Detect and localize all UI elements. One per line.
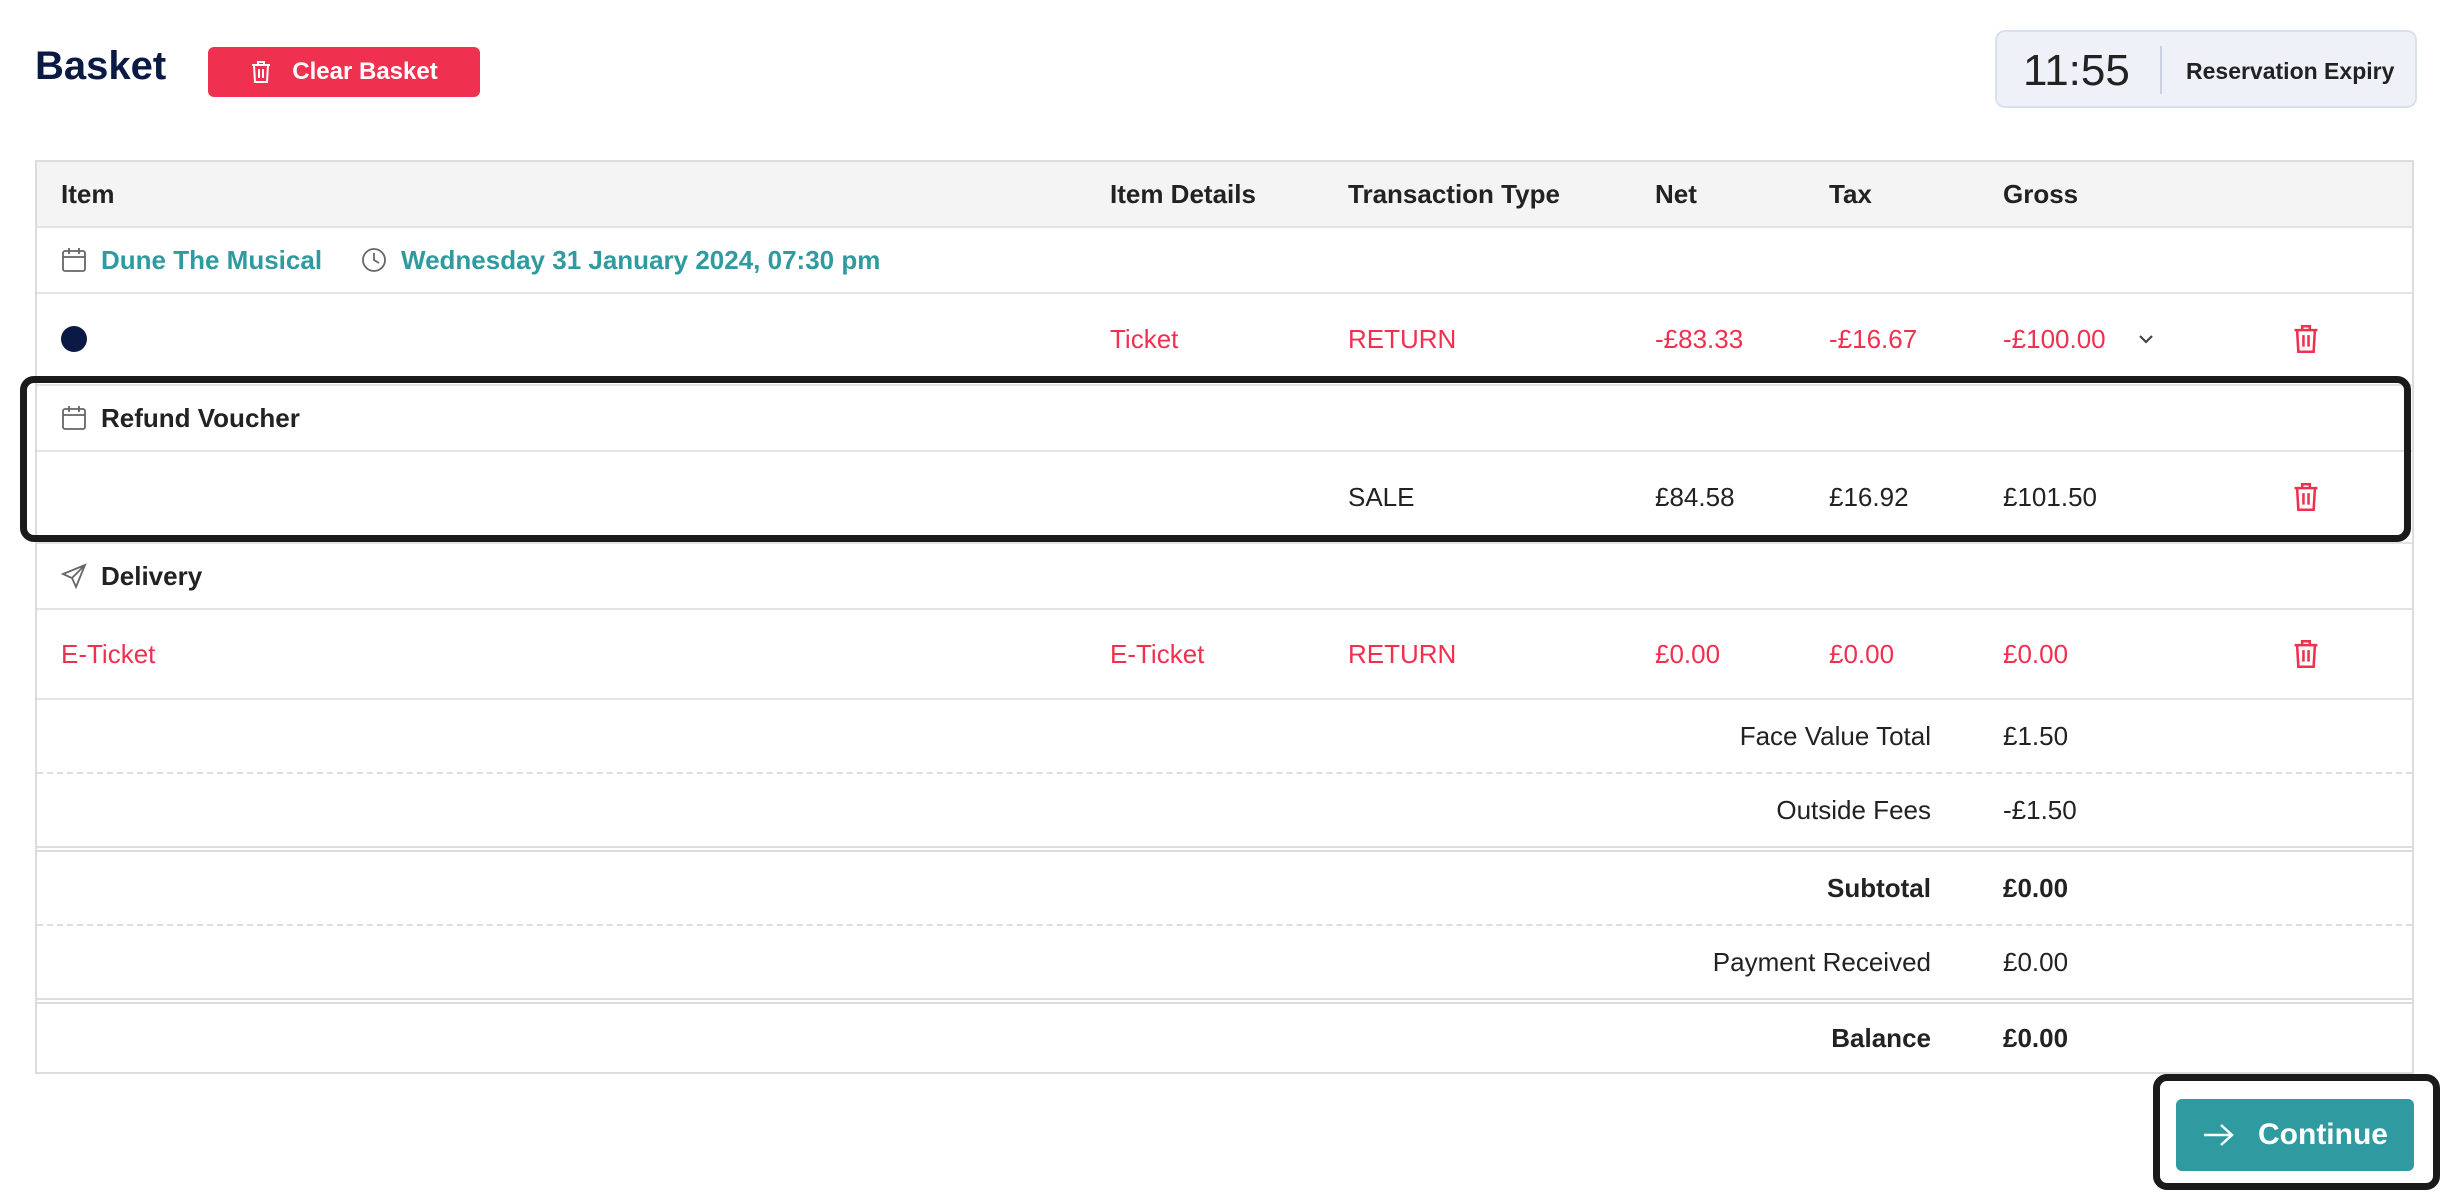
timer-value: 11:55	[2023, 46, 2130, 95]
ticket-tax: -£16.67	[1829, 323, 1918, 354]
subtotal-label: Subtotal	[1827, 872, 1931, 903]
table-row: E-Ticket E-Ticket RETURN £0.00 £0.00 £0.…	[37, 610, 2412, 700]
balance-amount: £0.00	[2003, 1022, 2069, 1053]
ticket-dot-cell	[61, 294, 87, 384]
table-row: Ticket RETURN -£83.33 -£16.67 -£100.00	[37, 294, 2412, 386]
trash-icon	[2294, 640, 2318, 668]
clear-basket-label: Clear Basket	[292, 58, 438, 85]
clear-basket-button[interactable]: Clear Basket	[208, 47, 480, 97]
voucher-title-cell: Refund Voucher	[61, 386, 300, 450]
chevron-down-icon	[2139, 335, 2153, 344]
voucher-header-row: Refund Voucher	[37, 386, 2412, 452]
continue-button[interactable]: Continue	[2176, 1099, 2414, 1171]
balance-label: Balance	[1831, 1022, 1931, 1053]
column-header-net: Net	[1655, 178, 1697, 209]
arrow-right-icon	[2204, 1124, 2234, 1146]
event-row: Dune The Musical Wednesday 31 January 20…	[37, 228, 2412, 294]
reservation-timer: 11:55 Reservation Expiry	[1995, 30, 2417, 108]
payment-received-amount: £0.00	[2003, 946, 2069, 977]
delivery-gross: £0.00	[2003, 638, 2069, 669]
event-name-cell[interactable]: Dune The Musical	[61, 228, 322, 292]
subtotal-amount: £0.00	[2003, 872, 2069, 903]
delivery-item: E-Ticket	[61, 638, 156, 669]
balance-row: Balance £0.00	[37, 1004, 2412, 1072]
face-value-row: Face Value Total £1.50	[37, 700, 2412, 774]
timer-divider	[2160, 46, 2162, 94]
delivery-title: Delivery	[101, 560, 203, 591]
delete-voucher-button[interactable]	[2292, 452, 2320, 542]
trash-icon	[2294, 325, 2318, 353]
column-header-item: Item	[61, 178, 115, 209]
column-header-tax: Tax	[1829, 178, 1872, 209]
trash-icon	[2294, 483, 2318, 511]
continue-label: Continue	[2258, 1118, 2388, 1151]
table-header-row: Item Item Details Transaction Type Net T…	[37, 162, 2412, 228]
delivery-tax: £0.00	[1829, 638, 1895, 669]
basket-page: Basket Clear Basket 11:55 Reservation Ex…	[0, 0, 2452, 1198]
column-header-item-details: Item Details	[1110, 178, 1256, 209]
column-header-gross: Gross	[2003, 178, 2079, 209]
table-row: SALE £84.58 £16.92 £101.50	[37, 452, 2412, 544]
delivery-title-cell: Delivery	[61, 544, 202, 608]
ticket-gross: -£100.00	[2003, 323, 2106, 354]
page-title: Basket	[35, 44, 167, 88]
delivery-details: E-Ticket	[1110, 638, 1205, 669]
calendar-icon	[62, 248, 86, 272]
expand-ticket-toggle[interactable]	[2135, 294, 2157, 384]
outside-fees-amount: -£1.50	[2003, 794, 2077, 825]
voucher-transaction-type: SALE	[1348, 481, 1415, 512]
column-header-transaction-type: Transaction Type	[1348, 178, 1560, 209]
event-name-link[interactable]: Dune The Musical	[101, 245, 322, 276]
face-value-label: Face Value Total	[1739, 720, 1931, 751]
voucher-gross: £101.50	[2003, 481, 2097, 512]
trash-icon	[252, 61, 271, 83]
send-icon	[61, 563, 87, 589]
delete-delivery-button[interactable]	[2292, 610, 2320, 698]
ticket-transaction-type: RETURN	[1348, 323, 1457, 354]
voucher-tax: £16.92	[1829, 481, 1909, 512]
basket-header: Basket Clear Basket 11:55 Reservation Ex…	[35, 30, 2417, 112]
delivery-transaction-type: RETURN	[1348, 638, 1457, 669]
voucher-net: £84.58	[1655, 481, 1735, 512]
delivery-net: £0.00	[1655, 638, 1721, 669]
voucher-title: Refund Voucher	[101, 402, 300, 433]
event-datetime-cell: Wednesday 31 January 2024, 07:30 pm	[361, 228, 880, 292]
face-value-amount: £1.50	[2003, 720, 2069, 751]
subtotal-row: Subtotal £0.00	[37, 852, 2412, 926]
seat-indicator-dot	[61, 326, 87, 352]
outside-fees-row: Outside Fees -£1.50	[37, 774, 2412, 852]
delete-ticket-button[interactable]	[2292, 294, 2320, 384]
outside-fees-label: Outside Fees	[1776, 794, 1931, 825]
payment-received-label: Payment Received	[1712, 946, 1931, 977]
clock-icon	[362, 248, 386, 272]
delivery-header-row: Delivery	[37, 544, 2412, 610]
timer-label: Reservation Expiry	[2186, 58, 2395, 84]
calendar-icon	[62, 406, 86, 430]
ticket-details: Ticket	[1110, 323, 1179, 354]
ticket-net: -£83.33	[1655, 323, 1744, 354]
basket-table: Item Item Details Transaction Type Net T…	[35, 160, 2414, 1074]
event-datetime: Wednesday 31 January 2024, 07:30 pm	[401, 244, 881, 275]
payment-received-row: Payment Received £0.00	[37, 926, 2412, 1004]
